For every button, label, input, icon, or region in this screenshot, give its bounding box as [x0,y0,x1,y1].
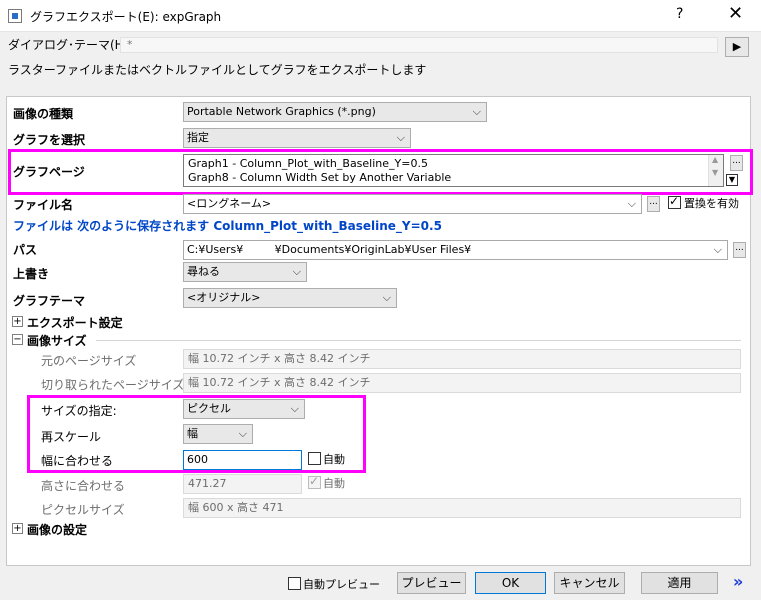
size-spec-label: サイズの指定: [41,404,117,418]
replace-label: 置換を有効 [684,197,739,210]
original-page-size-value: 幅 10.72 インチ x 高さ 8.42 インチ [183,349,741,369]
file-name-label: ファイル名 [13,198,74,212]
pixel-size-label: ピクセルサイズ [41,503,125,517]
graph-page-list[interactable]: Graph1 - Column_Plot_with_Baseline_Y=0.5… [183,154,724,187]
chevron-down-icon: ⌵ [382,291,391,304]
auto-preview-label: 自動プレビュー [303,578,380,591]
ok-button[interactable]: OK [475,572,546,594]
overwrite-value: 尋ねる [187,265,220,278]
image-size-label[interactable]: 画像サイズ [27,332,87,349]
select-graph-value: 指定 [187,131,209,144]
pixel-size-value: 幅 600 x 高さ 471 [183,498,741,518]
graph-page-item[interactable]: Graph8 - Column Width Set by Another Var… [188,171,451,184]
save-as-note: ファイルは 次のように保存されます Column_Plot_with_Basel… [13,219,442,233]
chevron-down-icon: ⌵ [238,427,247,440]
file-name-browse-button[interactable]: ... [647,196,660,212]
replace-checkbox[interactable] [668,194,681,209]
fit-height-auto-label: 自動 [323,477,345,490]
select-graph-label: グラフを選択 [13,133,86,147]
graph-theme-label: グラフテーマ [13,294,86,308]
fit-width-label: 幅に合わせる [41,454,114,468]
size-spec-value: ピクセル [187,402,231,415]
cancel-button[interactable]: キャンセル [554,572,625,594]
image-type-label: 画像の種類 [13,107,74,121]
preview-button[interactable]: プレビュー [397,572,466,594]
scroll-up-icon[interactable]: ▲ [712,155,718,164]
graph-page-browse-button[interactable]: ... [730,155,743,171]
more-options-icon[interactable]: » [733,572,743,591]
chevron-down-icon: ⌵ [713,243,722,256]
original-page-size-label: 元のページサイズ [41,354,137,368]
path-label: パス [13,243,38,257]
path-combo[interactable]: C:¥Users¥ ¥Documents¥OriginLab¥User File… [183,240,728,260]
graph-page-item[interactable]: Graph1 - Column_Plot_with_Baseline_Y=0.5 [188,157,428,170]
file-name-value: <ロングネーム> [187,197,272,210]
size-spec-select[interactable]: ピクセル ⌵ [183,399,305,419]
chevron-down-icon: ⌵ [627,197,636,210]
dialog-theme-field[interactable]: * [120,37,718,53]
rescale-select[interactable]: 幅 ⌵ [183,424,253,444]
image-type-value: Portable Network Graphics (*.png) [187,105,376,118]
path-browse-button[interactable]: ... [733,242,746,258]
fit-height-auto-checkbox [308,474,321,489]
chevron-down-icon: ⌵ [472,105,481,118]
file-name-combo[interactable]: <ロングネーム> ⌵ [183,194,642,214]
graph-page-scrollbar[interactable]: ▲ ▼ [708,155,723,186]
dialog-theme-label: ダイアログ･テーマ(H) [8,38,129,52]
theme-menu-button[interactable]: ▶ [725,37,749,57]
scroll-down-icon[interactable]: ▼ [712,168,718,177]
window-title: グラフエクスポート(E): expGraph [30,10,222,24]
image-type-select[interactable]: Portable Network Graphics (*.png) ⌵ [183,102,487,122]
apply-button[interactable]: 適用 [641,572,718,594]
chevron-down-icon: ⌵ [292,265,301,278]
graph-theme-select[interactable]: <オリジナル> ⌵ [183,288,397,308]
chevron-down-icon: ⌵ [396,131,405,144]
chevron-down-icon: ⌵ [290,402,299,415]
path-value: C:¥Users¥ ¥Documents¥OriginLab¥User File… [187,243,472,256]
dialog-description: ラスターファイルまたはベクトルファイルとしてグラフをエクスポートします [8,63,427,77]
close-button[interactable]: ✕ [728,3,743,24]
rescale-value: 幅 [187,427,198,440]
image-size-divider [96,340,741,341]
image-settings-label[interactable]: 画像の設定 [27,521,87,538]
expand-export-settings-icon[interactable]: + [12,316,23,327]
export-settings-label[interactable]: エクスポート設定 [27,314,123,331]
overwrite-select[interactable]: 尋ねる ⌵ [183,262,307,282]
graph-theme-value: <オリジナル> [187,291,261,304]
expand-image-settings-icon[interactable]: + [12,523,23,534]
auto-preview-checkbox[interactable] [288,577,301,590]
graph-page-label: グラフページ [13,165,85,179]
help-button[interactable]: ? [676,6,683,22]
fit-height-input: 471.27 [183,474,302,494]
cropped-page-size-label: 切り取られたページサイズ [41,378,185,392]
fit-height-label: 高さに合わせる [41,479,126,493]
play-arrow-icon: ▶ [732,40,742,53]
rescale-label: 再スケール [41,430,102,444]
collapse-image-size-icon[interactable]: − [12,334,23,345]
app-icon [8,9,22,23]
overwrite-label: 上書き [13,267,50,281]
fit-width-input[interactable]: 600 [183,450,302,470]
select-graph-select[interactable]: 指定 ⌵ [183,128,411,148]
fit-width-auto-label: 自動 [323,453,345,466]
dropdown-arrow-icon[interactable]: ▼ [726,174,738,186]
cropped-page-size-value: 幅 10.72 インチ x 高さ 8.42 インチ [183,373,741,393]
fit-width-auto-checkbox[interactable] [308,452,321,465]
